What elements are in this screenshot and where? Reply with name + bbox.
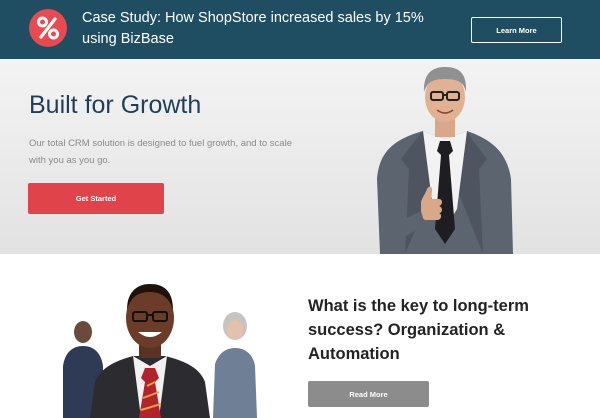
banner-text: Case Study: How ShopStore increased sale… [82, 10, 424, 47]
percent-icon [29, 9, 67, 47]
get-started-button[interactable]: Get Started [28, 183, 164, 214]
organization-section: What is the key to long-term success? Or… [0, 254, 600, 418]
learn-more-button[interactable]: Learn More [471, 17, 562, 43]
section-heading: What is the key to long-term success? Or… [308, 297, 529, 363]
hero-title: Built for Growth [29, 91, 202, 119]
hero-section: Built for Growth Our total CRM solution … [0, 59, 600, 254]
case-study-banner: Case Study: How ShopStore increased sale… [0, 0, 600, 59]
business-team-photo [63, 284, 257, 418]
businessman-thumbs-up-photo [377, 67, 513, 254]
read-more-button[interactable]: Read More [308, 381, 429, 407]
hero-description: Our total CRM solution is designed to fu… [29, 138, 292, 166]
